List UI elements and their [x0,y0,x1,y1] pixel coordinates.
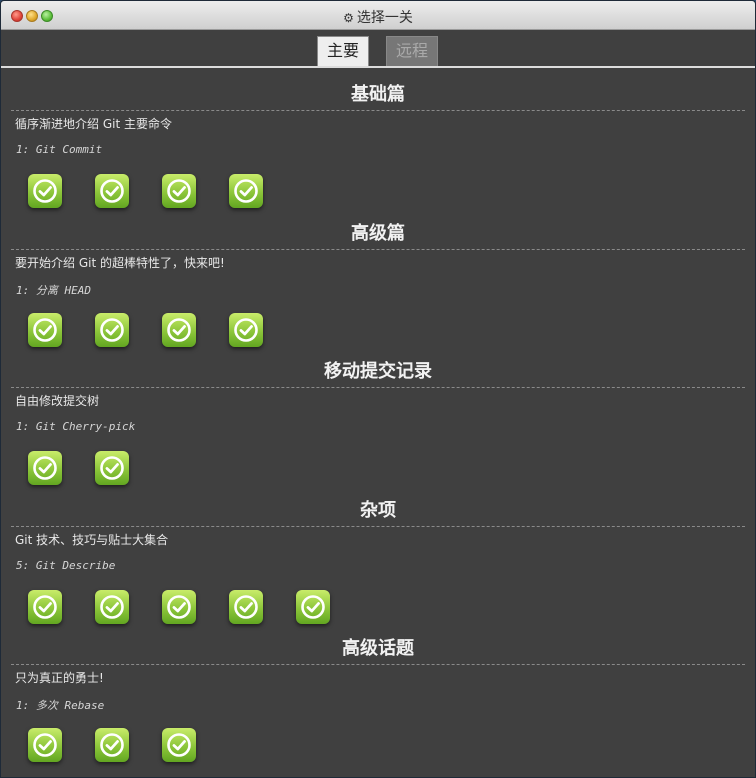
checkmark-circle-icon [33,594,57,619]
level-name: 1: 分离 HEAD [16,283,91,297]
section-about: 自由修改提交树 [15,394,100,408]
section-about: 循序渐进地介绍 Git 主要命令 [15,117,172,131]
section-misc: 杂项 Git 技术、技巧与贴士大集合 5: Git Describe [1,484,755,624]
checkmark-circle-icon [234,594,258,619]
level-1-button[interactable] [28,728,62,762]
window-title-text: 选择一关 [356,10,413,26]
checkmark-circle-icon [167,733,191,757]
level-name: 1: Git Commit [16,143,103,156]
section-divider [11,110,745,111]
section-about: 只为真正的勇士! [15,671,104,685]
checkmark-circle-icon [100,317,124,342]
level-name: 1: Git Cherry-pick [16,420,136,433]
tab-main[interactable]: 主要 [317,36,369,66]
checkmark-circle-icon [234,317,258,342]
level-name: 1: 多次 Rebase [16,699,105,712]
section-title: 移动提交记录 [324,361,432,382]
section-title: 高级话题 [342,638,414,659]
section-divider [11,248,745,250]
section-divider [11,387,745,388]
checkmark-circle-icon [33,733,57,757]
section-move-commits: 移动提交记录 自由修改提交树 1: Git Cherry-pick [1,345,755,485]
checkmark-circle-icon [100,179,124,203]
section-about: Git 技术、技巧与贴士大集合 [15,532,169,547]
section-divider [11,664,745,665]
checkmark-circle-icon [33,456,57,480]
level-3-button[interactable] [162,589,196,624]
section-basic: 基础篇 循序渐进地介绍 Git 主要命令 1: Git Commit [1,68,755,208]
level-1-button[interactable] [28,312,62,347]
level-2-button[interactable] [95,312,129,347]
section-title: 基础篇 [351,84,405,105]
level-1-button[interactable] [28,589,62,624]
level-name: 5: Git Describe [16,558,116,572]
checkmark-circle-icon [100,733,124,757]
gear-icon: ⚙ [343,11,354,25]
tab-remote[interactable]: 远程 [386,36,438,66]
app-window: ⚙ 选择一关 主要 远程 基础篇 循序渐进地介绍 Git 主要命令 1: Git … [0,0,756,778]
checkmark-circle-icon [100,456,124,480]
level-3-button[interactable] [162,174,196,208]
level-1-button[interactable] [28,174,62,208]
checkmark-circle-icon [33,317,57,342]
window-title: ⚙ 选择一关 [1,7,755,27]
checkmark-circle-icon [301,594,325,619]
checkmark-circle-icon [167,594,191,619]
checkmark-circle-icon [167,179,191,203]
level-3-button[interactable] [162,312,196,347]
level-2-button[interactable] [95,728,129,762]
section-advanced: 高级篇 要开始介绍 Git 的超棒特性了，快来吧! 1: 分离 HEAD [1,207,755,347]
checkmark-circle-icon [100,594,124,619]
level-4-button[interactable] [229,174,263,208]
level-4-button[interactable] [229,589,263,624]
section-about: 要开始介绍 Git 的超棒特性了，快来吧! [15,255,225,270]
level-5-button[interactable] [296,589,330,624]
level-2-button[interactable] [95,174,129,208]
level-4-button[interactable] [229,312,263,347]
level-2-button[interactable] [95,451,129,485]
level-1-button[interactable] [28,451,62,485]
section-divider [11,525,745,527]
checkmark-circle-icon [234,179,258,203]
checkmark-circle-icon [167,317,191,342]
section-title: 杂项 [360,499,396,521]
level-2-button[interactable] [95,589,129,624]
section-title: 高级篇 [351,222,405,244]
section-advanced-topics: 高级话题 只为真正的勇士! 1: 多次 Rebase [1,622,755,762]
level-3-button[interactable] [162,728,196,762]
titlebar: ⚙ 选择一关 [1,1,755,30]
tab-bar: 主要 远程 [1,30,755,68]
checkmark-circle-icon [33,179,57,203]
level-sections: 基础篇 循序渐进地介绍 Git 主要命令 1: Git Commit 高级篇 要… [1,68,755,762]
